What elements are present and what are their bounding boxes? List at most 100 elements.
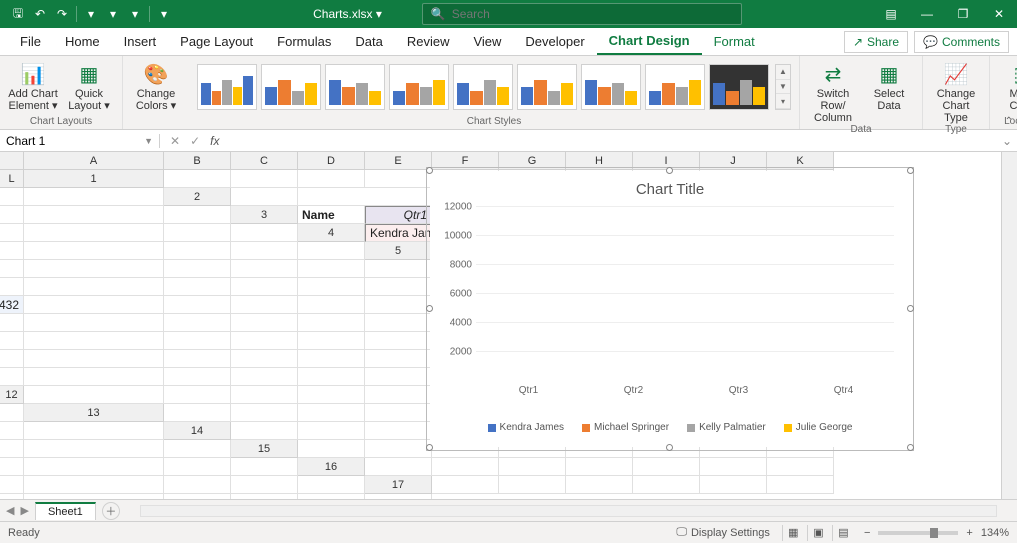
chart-x-axis[interactable]: Qtr1Qtr2Qtr3Qtr4 xyxy=(476,385,894,401)
cell-E17[interactable] xyxy=(700,476,767,494)
legend-item-Julie-George[interactable]: Julie George xyxy=(784,422,853,433)
select-all-button[interactable] xyxy=(0,152,24,170)
tab-file[interactable]: File xyxy=(8,28,53,55)
tab-review[interactable]: Review xyxy=(395,28,462,55)
legend-item-Kendra-James[interactable]: Kendra James xyxy=(488,422,564,433)
cell-F8[interactable] xyxy=(164,314,231,332)
cell-E16[interactable] xyxy=(633,458,700,476)
cell-C13[interactable] xyxy=(298,404,365,422)
cell-E9[interactable] xyxy=(164,332,231,350)
qat-option-1-icon[interactable]: ▾ xyxy=(81,4,101,24)
chart-handle-top-right[interactable] xyxy=(907,167,914,174)
cell-A2[interactable] xyxy=(231,188,298,206)
embedded-chart[interactable]: Chart Title 20004000600080001000012000 Q… xyxy=(430,171,910,447)
cell-F16[interactable] xyxy=(700,458,767,476)
collapse-ribbon-icon[interactable]: ⌃ xyxy=(1005,116,1013,127)
cell-L5[interactable] xyxy=(365,260,432,278)
tab-view[interactable]: View xyxy=(461,28,513,55)
cell-F9[interactable] xyxy=(231,332,298,350)
zoom-slider[interactable] xyxy=(878,531,958,535)
chart-legend[interactable]: Kendra JamesMichael SpringerKelly Palmat… xyxy=(436,422,904,433)
cell-K14[interactable] xyxy=(24,440,164,458)
cell-L16[interactable] xyxy=(298,476,365,494)
cell-C12[interactable] xyxy=(231,386,298,404)
view-normal-icon[interactable]: ▦ xyxy=(782,525,804,541)
cell-J7[interactable] xyxy=(365,296,432,314)
quick-layout-button[interactable]: ▦ Quick Layout ▾ xyxy=(64,58,114,112)
insert-function-icon[interactable]: fx xyxy=(210,134,219,148)
chart-handle-bottom-right[interactable] xyxy=(907,444,914,451)
cell-J15[interactable] xyxy=(24,458,164,476)
tab-data[interactable]: Data xyxy=(343,28,394,55)
cell-B3[interactable]: Qtr1 xyxy=(365,206,432,224)
chart-handle-middle-right[interactable] xyxy=(907,305,914,312)
chart-y-axis[interactable]: 20004000600080001000012000 xyxy=(436,207,476,381)
sheet-nav-next-icon[interactable]: ▶ xyxy=(20,504,28,517)
cell-H8[interactable] xyxy=(298,314,365,332)
cell-H5[interactable] xyxy=(24,260,164,278)
cell-B13[interactable] xyxy=(231,404,298,422)
cell-B11[interactable] xyxy=(24,368,164,386)
cell-C1[interactable] xyxy=(298,170,365,188)
sheet-nav-prev-icon[interactable]: ◀ xyxy=(6,504,14,517)
cell-A17[interactable] xyxy=(432,476,499,494)
tab-insert[interactable]: Insert xyxy=(112,28,169,55)
row-header-1[interactable]: 1 xyxy=(24,170,164,188)
cell-A11[interactable] xyxy=(0,368,24,386)
qat-option-3-icon[interactable]: ▾ xyxy=(125,4,145,24)
cell-D12[interactable] xyxy=(298,386,365,404)
row-header-4[interactable]: 4 xyxy=(298,224,365,242)
cell-I17[interactable] xyxy=(164,494,231,499)
zoom-in-button[interactable]: + xyxy=(966,527,972,539)
chart-style-7[interactable] xyxy=(581,64,641,110)
cell-I8[interactable] xyxy=(365,314,432,332)
cell-K2[interactable] xyxy=(24,206,164,224)
cell-A4[interactable]: Kendra James xyxy=(365,224,432,242)
chart-handle-top-center[interactable] xyxy=(666,167,673,174)
chart-plot-area[interactable] xyxy=(476,207,894,381)
cell-A14[interactable] xyxy=(231,422,298,440)
cancel-formula-icon[interactable]: ✕ xyxy=(170,134,180,148)
row-header-16[interactable]: 16 xyxy=(298,458,365,476)
row-header-3[interactable]: 3 xyxy=(231,206,298,224)
cell-C11[interactable] xyxy=(164,368,231,386)
cell-E11[interactable] xyxy=(298,368,365,386)
cell-D10[interactable] xyxy=(164,350,231,368)
cell-H6[interactable] xyxy=(164,278,231,296)
cell-K17[interactable] xyxy=(298,494,365,499)
name-box[interactable]: ▼ xyxy=(0,134,160,148)
minimize-button[interactable]: — xyxy=(909,0,945,28)
restore-button[interactable]: ❐ xyxy=(945,0,981,28)
zoom-out-button[interactable]: − xyxy=(864,527,870,539)
cell-L2[interactable] xyxy=(164,206,231,224)
cell-K3[interactable] xyxy=(164,224,231,242)
cell-G5[interactable] xyxy=(0,260,24,278)
enter-formula-icon[interactable]: ✓ xyxy=(190,134,200,148)
gallery-up-icon[interactable]: ▲ xyxy=(776,65,790,80)
cell-D17[interactable] xyxy=(633,476,700,494)
cell-J6[interactable] xyxy=(298,278,365,296)
cell-H4[interactable] xyxy=(0,242,24,260)
cell-D9[interactable] xyxy=(24,332,164,350)
cell-A1[interactable] xyxy=(164,170,231,188)
cell-E7[interactable]: 3432 xyxy=(0,296,24,314)
cell-L14[interactable] xyxy=(164,440,231,458)
chart-handle-bottom-center[interactable] xyxy=(666,444,673,451)
share-button[interactable]: ↗Share xyxy=(844,31,908,53)
cell-K6[interactable] xyxy=(365,278,432,296)
chart-handle-top-left[interactable] xyxy=(426,167,433,174)
cell-I6[interactable] xyxy=(231,278,298,296)
cell-J5[interactable] xyxy=(231,260,298,278)
tab-format[interactable]: Format xyxy=(702,28,767,55)
redo-icon[interactable]: ↷ xyxy=(52,4,72,24)
cell-B15[interactable] xyxy=(365,440,432,458)
name-box-input[interactable] xyxy=(6,134,126,148)
move-chart-button[interactable]: ⬚ Move Chart xyxy=(998,58,1017,112)
cell-K5[interactable] xyxy=(298,260,365,278)
row-header-14[interactable]: 14 xyxy=(164,422,231,440)
cell-B16[interactable] xyxy=(432,458,499,476)
cell-G16[interactable] xyxy=(767,458,834,476)
cell-L17[interactable] xyxy=(365,494,432,499)
column-header-D[interactable]: D xyxy=(298,152,365,170)
switch-row-column-button[interactable]: ⇄ Switch Row/ Column xyxy=(808,58,858,124)
